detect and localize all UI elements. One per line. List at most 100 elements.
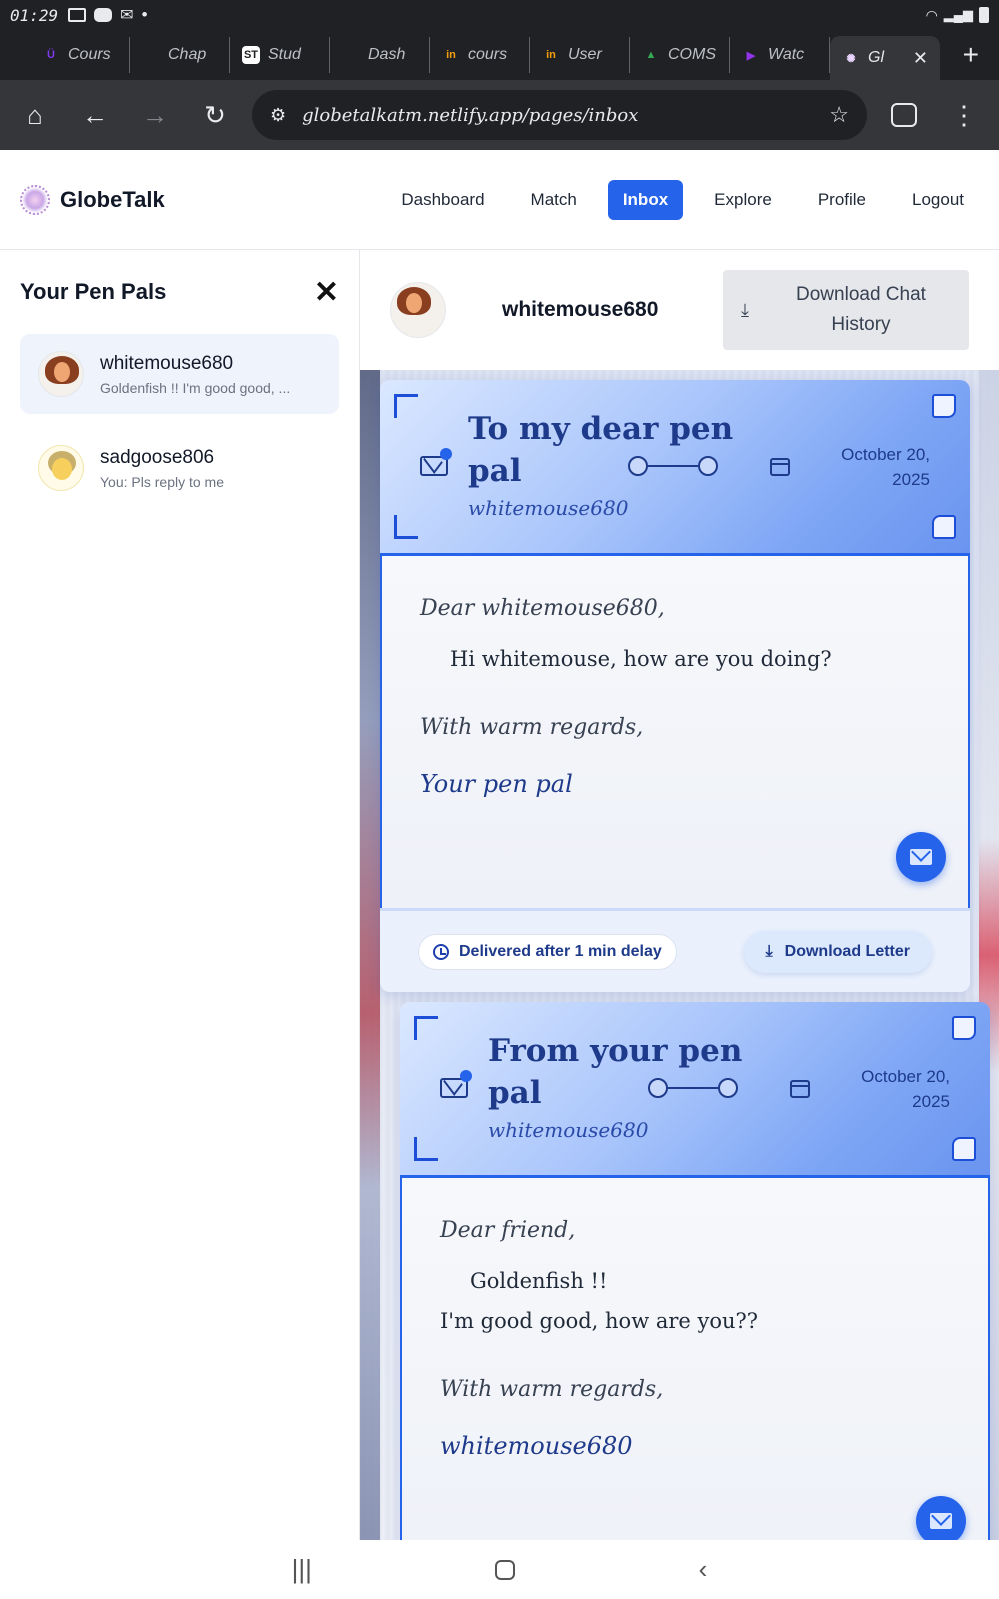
download-letter-button[interactable]: ⤓ Download Letter: [743, 930, 932, 973]
udemy-icon: Ü: [47, 49, 55, 61]
download-chat-label: Download Chat History: [796, 284, 926, 335]
browser-tab[interactable]: in cours: [430, 37, 530, 73]
pen-pal-preview: You: Pls reply to me: [100, 473, 224, 490]
brand-logo[interactable]: GlobeTalk: [20, 184, 165, 215]
browser-tab[interactable]: ▲ COMS: [630, 37, 730, 73]
forward-icon[interactable]: →: [132, 92, 178, 138]
pen-pal-name: sadgoose806: [100, 446, 215, 468]
site-settings-icon[interactable]: ⚙: [270, 105, 286, 126]
pen-pal-item-whitemouse680[interactable]: whitemouse680 Goldenfish !! I'm good goo…: [20, 334, 339, 414]
app-header: GlobeTalk Dashboard Match Inbox Explore Prof…: [0, 150, 999, 250]
browser-tab[interactable]: in User: [530, 37, 630, 73]
menu-dots-icon[interactable]: ⋮: [941, 92, 987, 138]
globe-icon: [342, 46, 360, 64]
browser-tab[interactable]: ▶ Watc: [730, 37, 830, 73]
close-sidebar-icon[interactable]: ✕: [314, 275, 339, 310]
corner-decoration: [932, 394, 956, 418]
status-bar: 01:29 ✉ • ◠ ▂▄▆: [0, 0, 999, 30]
pen-pal-item-sadgoose806[interactable]: sadgoose806 You: Pls reply to me: [20, 428, 339, 508]
connector-decoration: [648, 1078, 738, 1098]
corner-decoration: [414, 1137, 438, 1161]
globetalk-icon: ✺: [846, 52, 856, 65]
letter-header: To my dear pen pal whitemouse680 October…: [380, 380, 970, 556]
letter-header: From your pen pal whitemouse680 October …: [400, 1002, 990, 1178]
url-text[interactable]: globetalkatm.netlify.app/pages/inbox: [302, 105, 813, 126]
letter-message-line: I'm good good, how are you??: [440, 1309, 759, 1333]
gmail-icon: ✉: [120, 7, 134, 24]
browser-tab-label: User: [568, 46, 602, 63]
letter-date: October 20, 2025: [861, 1067, 950, 1111]
download-chat-history-button[interactable]: ⤓ Download Chat History: [723, 270, 969, 350]
letter-card: From your pen pal whitemouse680 October …: [400, 1002, 990, 1540]
main-nav: Dashboard Match Inbox Explore Profile Logout: [386, 179, 979, 220]
signal-icon: ▂▄▆: [943, 7, 973, 22]
browser-tab[interactable]: ✺ Gl ✕: [830, 36, 940, 80]
chat-avatar: [390, 282, 446, 338]
pen-pal-name: whitemouse680: [100, 352, 234, 374]
sidebar-header: Your Pen Pals ✕: [20, 270, 339, 314]
corner-decoration: [952, 1016, 976, 1040]
tab-switcher-icon[interactable]: [881, 92, 927, 138]
screen: 01:29 ✉ • ◠ ▂▄▆ Ü Cours Chap ST Stud Dash in co…: [0, 0, 999, 1599]
browser-tab-strip: Ü Cours Chap ST Stud Dash in cours in User ▲ COMS ▶ W…: [0, 30, 999, 80]
corner-decoration: [932, 515, 956, 539]
browser-tab-label: Gl: [868, 49, 884, 66]
letter-salutation: Dear friend,: [440, 1218, 576, 1243]
browser-tab-label: Watc: [768, 46, 805, 63]
nav-link-profile[interactable]: Profile: [803, 180, 881, 220]
letter-message: Hi whitemouse, how are you doing?: [450, 647, 832, 671]
chat-partner-name: whitemouse680: [502, 298, 659, 321]
nav-link-logout[interactable]: Logout: [897, 180, 979, 220]
sidebar-title: Your Pen Pals: [20, 279, 167, 304]
browser-tab-label: COMS: [668, 46, 716, 63]
browser-tab-label: Chap: [168, 46, 207, 63]
gallery-icon: [68, 8, 87, 22]
letter-title: To my dear pen pal: [468, 411, 734, 489]
browser-tab[interactable]: Chap: [130, 37, 230, 73]
corner-decoration: [394, 515, 418, 539]
bookmark-star-icon[interactable]: ☆: [829, 102, 849, 128]
letter-closing: With warm regards,: [420, 715, 644, 740]
system-back-icon[interactable]: ‹: [699, 1554, 708, 1585]
address-bar[interactable]: ⚙ globetalkatm.netlify.app/pages/inbox ☆: [252, 90, 867, 140]
letter-title: From your pen pal: [488, 1033, 743, 1111]
close-tab-icon[interactable]: ✕: [913, 48, 928, 69]
globetalk-logo-icon: [20, 184, 50, 215]
browser-tab[interactable]: Ü Cours: [30, 37, 130, 73]
new-tab-icon[interactable]: +: [963, 39, 979, 71]
download-icon: ⤓: [765, 942, 773, 960]
corner-decoration: [952, 1137, 976, 1161]
nav-link-dashboard[interactable]: Dashboard: [386, 180, 499, 220]
nav-link-match[interactable]: Match: [516, 180, 592, 220]
nav-link-explore[interactable]: Explore: [699, 180, 787, 220]
letter-author: whitemouse680: [488, 1118, 649, 1142]
letter-signature: whitemouse680: [440, 1432, 633, 1460]
delivery-status-badge: Delivered after 1 min delay: [418, 933, 677, 970]
letter-card: To my dear pen pal whitemouse680 October…: [380, 380, 970, 992]
reload-icon[interactable]: ↻: [192, 92, 238, 138]
connector-decoration: [628, 456, 718, 476]
avatar: [38, 445, 84, 491]
home-button-icon[interactable]: [495, 1559, 516, 1580]
browser-tab[interactable]: Dash: [330, 37, 430, 73]
browser-tab-label: Stud: [268, 46, 301, 63]
brand-name: GlobeTalk: [60, 186, 165, 212]
pen-pals-sidebar: Your Pen Pals ✕ whitemouse680 Goldenfish…: [0, 250, 360, 1540]
mail-fab-button[interactable]: [916, 1496, 966, 1540]
wifi-icon: ◠: [925, 6, 938, 23]
chat-header: whitemouse680 ⤓ Download Chat History: [360, 250, 999, 370]
mail-fab-button[interactable]: [896, 832, 946, 882]
download-icon: ⤓: [741, 299, 749, 320]
letters-area[interactable]: To my dear pen pal whitemouse680 October…: [360, 370, 999, 1540]
recent-apps-icon[interactable]: |||: [292, 1554, 312, 1585]
home-icon[interactable]: ⌂: [12, 92, 58, 138]
back-icon[interactable]: ←: [72, 92, 118, 138]
pen-pal-preview: Goldenfish !! I'm good good, ...: [100, 379, 291, 396]
letter-message-line: Goldenfish !!: [470, 1269, 608, 1293]
download-letter-label: Download Letter: [784, 942, 910, 960]
nav-link-inbox[interactable]: Inbox: [607, 179, 684, 220]
corner-decoration: [394, 394, 418, 418]
play-icon: ▶: [746, 49, 756, 62]
browser-tab[interactable]: ST Stud: [230, 37, 330, 73]
letter-date: October 20, 2025: [841, 445, 930, 489]
